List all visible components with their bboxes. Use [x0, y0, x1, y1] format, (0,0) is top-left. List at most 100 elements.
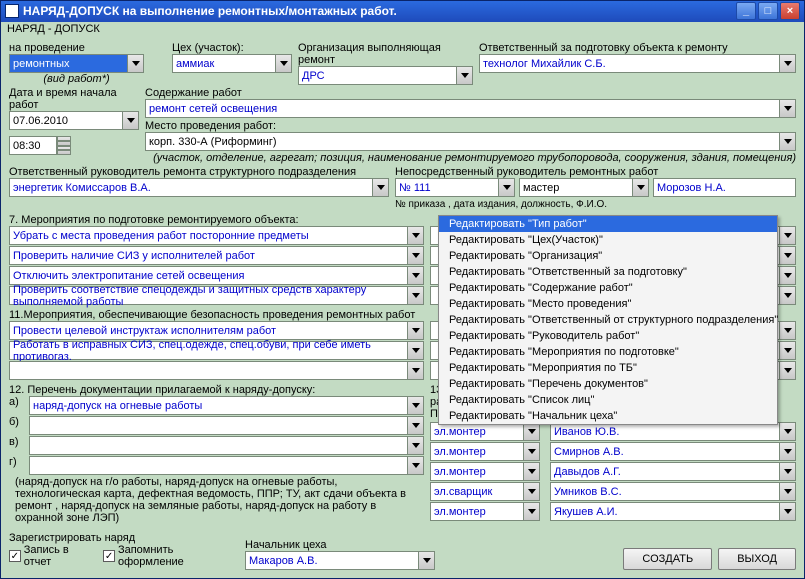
chevron-down-icon[interactable] — [779, 342, 795, 359]
spinner-down-icon[interactable] — [57, 146, 71, 156]
chevron-down-icon[interactable] — [779, 287, 795, 304]
chevron-down-icon[interactable] — [779, 227, 795, 244]
fio-select[interactable]: Умников В.С. — [550, 482, 796, 501]
chevron-down-icon[interactable] — [779, 247, 795, 264]
context-menu-item[interactable]: Редактировать "Мероприятия по подготовке… — [439, 344, 777, 360]
chevron-down-icon[interactable] — [779, 55, 795, 72]
context-menu-item[interactable]: Редактировать "Ответственный за подготов… — [439, 264, 777, 280]
resp-select[interactable]: технолог Михайлик С.Б. — [479, 54, 796, 73]
context-menu-item[interactable]: Редактировать "Цех(Участок)" — [439, 232, 777, 248]
prof-select[interactable]: эл.монтер — [430, 462, 540, 481]
chevron-down-icon[interactable] — [779, 483, 795, 500]
chevron-down-icon[interactable] — [407, 362, 423, 379]
list-item[interactable]: Работать в исправных СИЗ, спец.одежде, с… — [9, 341, 424, 360]
context-menu-item[interactable]: Редактировать "Место проведения" — [439, 296, 777, 312]
minimize-button[interactable]: _ — [736, 2, 756, 20]
chevron-down-icon[interactable] — [407, 417, 423, 434]
chevron-down-icon[interactable] — [779, 503, 795, 520]
chevron-down-icon[interactable] — [779, 133, 795, 150]
spinner-up-icon[interactable] — [57, 136, 71, 146]
context-menu[interactable]: Редактировать "Тип работ"Редактировать "… — [438, 215, 778, 425]
chevron-down-icon[interactable] — [407, 397, 423, 414]
chevron-down-icon[interactable] — [122, 112, 138, 129]
menu-item[interactable]: НАРЯД - ДОПУСК — [7, 23, 100, 35]
chevron-down-icon[interactable] — [407, 247, 423, 264]
context-menu-item[interactable]: Редактировать "Тип работ" — [439, 216, 777, 232]
chevron-down-icon[interactable] — [523, 483, 539, 500]
chevron-down-icon[interactable] — [779, 322, 795, 339]
chevron-down-icon[interactable] — [407, 287, 423, 304]
chevron-down-icon[interactable] — [407, 227, 423, 244]
s12-prefix: г) — [9, 456, 23, 468]
doc-item[interactable] — [29, 416, 424, 435]
fio-select[interactable]: Смирнов А.В. — [550, 442, 796, 461]
chevron-down-icon[interactable] — [632, 179, 648, 196]
context-menu-item[interactable]: Редактировать "Начальник цеха" — [439, 408, 777, 424]
context-menu-item[interactable]: Редактировать "Мероприятия по ТБ" — [439, 360, 777, 376]
chevron-down-icon[interactable] — [407, 322, 423, 339]
list-item[interactable]: Провести целевой инструктаж исполнителям… — [9, 321, 424, 340]
chevron-down-icon[interactable] — [523, 423, 539, 440]
prof-select[interactable]: эл.монтер — [430, 502, 540, 521]
prof-select[interactable]: эл.сварщик — [430, 482, 540, 501]
list-item[interactable]: Проверить наличие СИЗ у исполнителей раб… — [9, 246, 424, 265]
resp-struct-select[interactable]: энергетик Комиссаров В.А. — [9, 178, 389, 197]
chevron-down-icon[interactable] — [275, 55, 291, 72]
work-type-select[interactable]: ремонтных — [9, 54, 144, 73]
order-no-select[interactable]: № 111 — [395, 178, 515, 197]
doc-item[interactable] — [29, 456, 424, 475]
exit-button[interactable]: ВЫХОД — [718, 548, 796, 570]
context-menu-item[interactable]: Редактировать "Список лиц" — [439, 392, 777, 408]
s12-label: 12. Перечень документации прилагаемой к … — [9, 384, 424, 396]
chevron-down-icon[interactable] — [523, 463, 539, 480]
chevron-down-icon[interactable] — [498, 179, 514, 196]
chief-select[interactable]: Макаров А.В. — [245, 551, 435, 570]
list-item[interactable]: Убрать с места проведения работ посторон… — [9, 226, 424, 245]
app-icon — [5, 4, 19, 18]
context-menu-item[interactable]: Редактировать "Содержание работ" — [439, 280, 777, 296]
fio-select[interactable]: Давыдов А.Г. — [550, 462, 796, 481]
chevron-down-icon[interactable] — [779, 463, 795, 480]
shop-select[interactable]: аммиак — [172, 54, 292, 73]
context-menu-item[interactable]: Редактировать "Перечень документов" — [439, 376, 777, 392]
list-item[interactable] — [9, 361, 424, 380]
list-item[interactable]: Проверить соответствие спецодежды и защи… — [9, 286, 424, 305]
chevron-down-icon[interactable] — [523, 443, 539, 460]
chk-remember[interactable]: ✓Запомнить оформление — [103, 544, 239, 568]
chk-report[interactable]: ✓Запись в отчет — [9, 544, 97, 568]
chevron-down-icon[interactable] — [456, 67, 472, 84]
maximize-button[interactable]: □ — [758, 2, 778, 20]
chevron-down-icon[interactable] — [407, 457, 423, 474]
list-item[interactable]: Отключить электропитание сетей освещения — [9, 266, 424, 285]
context-menu-item[interactable]: Редактировать "Ответственный от структур… — [439, 312, 777, 328]
time-spinner[interactable] — [57, 136, 71, 155]
doc-item[interactable]: наряд-допуск на огневые работы — [29, 396, 424, 415]
org-select[interactable]: ДРС — [298, 66, 473, 85]
place-select[interactable]: корп. 330-А (Риформинг) — [145, 132, 796, 151]
chevron-down-icon[interactable] — [779, 100, 795, 117]
cont-select[interactable]: ремонт сетей освещения — [145, 99, 796, 118]
context-menu-item[interactable]: Редактировать "Организация" — [439, 248, 777, 264]
date-input[interactable]: 07.06.2010 — [9, 111, 139, 130]
doc-item[interactable] — [29, 436, 424, 455]
close-button[interactable]: × — [780, 2, 800, 20]
chevron-down-icon[interactable] — [127, 55, 143, 72]
fio-input[interactable]: Морозов Н.А. — [653, 178, 796, 197]
menu-bar[interactable]: НАРЯД - ДОПУСК — [1, 22, 804, 38]
context-menu-item[interactable]: Редактировать "Руководитель работ" — [439, 328, 777, 344]
chevron-down-icon[interactable] — [523, 503, 539, 520]
chevron-down-icon[interactable] — [779, 443, 795, 460]
chevron-down-icon[interactable] — [779, 267, 795, 284]
create-button[interactable]: СОЗДАТЬ — [623, 548, 712, 570]
chevron-down-icon[interactable] — [779, 362, 795, 379]
fio-select[interactable]: Якушев А.И. — [550, 502, 796, 521]
chevron-down-icon[interactable] — [418, 552, 434, 569]
chevron-down-icon[interactable] — [779, 423, 795, 440]
chevron-down-icon[interactable] — [407, 437, 423, 454]
prof-select[interactable]: эл.монтер — [430, 442, 540, 461]
chevron-down-icon[interactable] — [407, 267, 423, 284]
chevron-down-icon[interactable] — [407, 342, 423, 359]
time-input[interactable]: 08:30 — [9, 136, 57, 155]
role-select[interactable]: мастер — [519, 178, 649, 197]
chevron-down-icon[interactable] — [372, 179, 388, 196]
